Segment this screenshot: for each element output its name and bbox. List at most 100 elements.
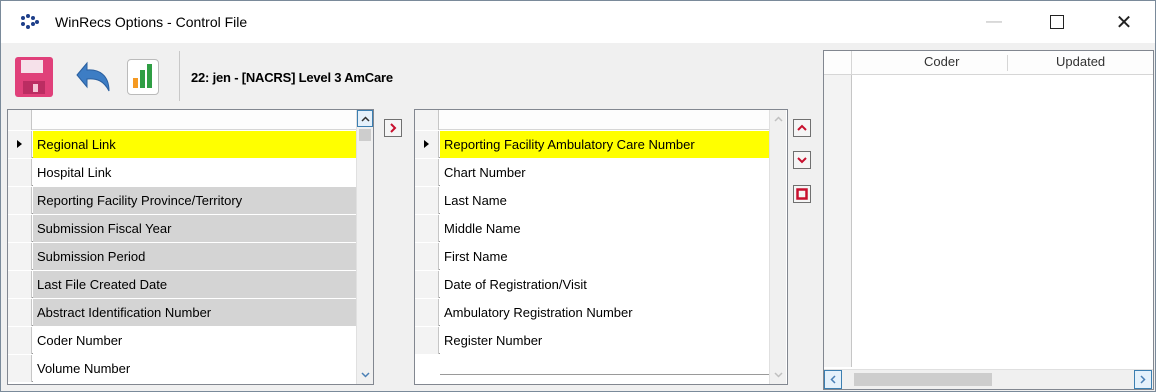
field-label: Date of Registration/Visit [440, 271, 769, 298]
field-row[interactable]: Date of Registration/Visit [415, 271, 769, 298]
field-row[interactable]: Regional Link [8, 131, 356, 158]
chevron-right-icon [390, 123, 397, 133]
available-fields-grid[interactable]: Regional Link Hospital Link Reporting Faci… [7, 109, 374, 385]
toolbar-separator [179, 51, 180, 101]
scroll-down-button[interactable] [357, 366, 373, 383]
row-header[interactable] [8, 187, 32, 214]
stop-square-icon [796, 188, 808, 200]
maximize-icon [1050, 15, 1064, 29]
move-up-button[interactable] [793, 119, 811, 137]
current-row-indicator[interactable] [8, 131, 32, 158]
scroll-thumb[interactable] [359, 129, 371, 141]
record-label: 22: jen - [NACRS] Level 3 AmCare [191, 70, 393, 85]
field-label: Abstract Identification Number [33, 299, 356, 326]
scroll-down-button[interactable] [770, 366, 786, 383]
scroll-up-button[interactable] [357, 110, 373, 127]
field-label: First Name [440, 243, 769, 270]
field-row[interactable]: Volume Number [8, 355, 356, 382]
row-header[interactable] [415, 327, 439, 354]
field-row[interactable]: Reporting Facility Province/Territory [8, 187, 356, 214]
available-fields-scrollbar[interactable] [356, 110, 373, 384]
scroll-left-button[interactable] [824, 370, 842, 389]
field-row[interactable]: First Name [415, 243, 769, 270]
chevron-down-icon [773, 371, 783, 378]
chevron-up-icon [797, 124, 807, 131]
field-row[interactable]: Last File Created Date [8, 271, 356, 298]
row-header[interactable] [8, 243, 32, 270]
field-label: Regional Link [33, 131, 356, 158]
close-button[interactable]: ✕ [1101, 1, 1147, 43]
field-label: Submission Period [33, 243, 356, 270]
remove-field-button[interactable] [793, 185, 811, 203]
history-grid[interactable]: Coder Updated [823, 50, 1154, 390]
field-label: Last File Created Date [33, 271, 356, 298]
save-button[interactable] [15, 57, 53, 97]
field-row[interactable]: Chart Number [415, 159, 769, 186]
row-header[interactable] [415, 187, 439, 214]
field-label: Coder Number [33, 327, 356, 354]
selected-fields-header [415, 110, 769, 130]
chevron-down-icon [797, 157, 807, 164]
chevron-right-icon [1140, 375, 1146, 384]
history-grid-header: Coder Updated [824, 51, 1153, 75]
field-label: Register Number [440, 327, 769, 354]
history-row-header [824, 75, 852, 367]
field-label: Reporting Facility Province/Territory [33, 187, 356, 214]
field-row[interactable]: Hospital Link [8, 159, 356, 186]
row-header[interactable] [415, 299, 439, 326]
current-row-indicator[interactable] [415, 131, 439, 158]
chevron-up-icon [360, 115, 370, 122]
field-row[interactable]: Abstract Identification Number [8, 299, 356, 326]
field-label: Submission Fiscal Year [33, 215, 356, 242]
selected-fields-grid[interactable]: Reporting Facility Ambulatory Care Numbe… [414, 109, 788, 385]
close-icon: ✕ [1115, 11, 1133, 34]
field-label: Reporting Facility Ambulatory Care Numbe… [440, 131, 769, 158]
minimize-button[interactable]: — [971, 1, 1017, 43]
row-header[interactable] [415, 271, 439, 298]
row-header[interactable] [8, 355, 32, 382]
field-row[interactable]: Submission Period [8, 243, 356, 270]
minimize-icon: — [986, 13, 1002, 30]
field-label: Volume Number [33, 355, 356, 382]
row-header[interactable] [415, 159, 439, 186]
available-fields-header [8, 110, 356, 130]
history-horizontal-scrollbar[interactable] [824, 369, 1153, 389]
chevron-up-icon [773, 115, 783, 122]
field-row[interactable]: Submission Fiscal Year [8, 215, 356, 242]
horizontal-scroll-thumb[interactable] [854, 373, 992, 386]
winrecs-app-icon [21, 14, 41, 30]
title-bar[interactable]: WinRecs Options - Control File — ✕ [1, 1, 1155, 43]
row-header[interactable] [415, 243, 439, 270]
field-label: Hospital Link [33, 159, 356, 186]
field-row[interactable]: Ambulatory Registration Number [415, 299, 769, 326]
column-header-updated[interactable]: Updated [1056, 54, 1105, 69]
row-header[interactable] [8, 215, 32, 242]
row-header[interactable] [415, 215, 439, 242]
column-header-coder[interactable]: Coder [924, 54, 959, 69]
field-row[interactable]: Register Number [415, 327, 769, 354]
selected-fields-scrollbar[interactable] [769, 110, 786, 384]
add-field-button[interactable] [384, 119, 402, 137]
field-row[interactable]: Last Name [415, 187, 769, 214]
undo-icon [76, 61, 110, 92]
field-row[interactable]: Reporting Facility Ambulatory Care Numbe… [415, 131, 769, 158]
window-title: WinRecs Options - Control File [55, 14, 248, 30]
field-label: Chart Number [440, 159, 769, 186]
maximize-button[interactable] [1034, 1, 1080, 43]
row-header[interactable] [8, 327, 32, 354]
row-header[interactable] [8, 299, 32, 326]
undo-button[interactable] [71, 57, 111, 97]
row-header[interactable] [8, 159, 32, 186]
field-row[interactable]: Middle Name [415, 215, 769, 242]
scroll-right-button[interactable] [1134, 370, 1152, 389]
chevron-left-icon [830, 375, 836, 384]
scroll-up-button[interactable] [770, 110, 786, 127]
chart-button[interactable] [127, 59, 159, 95]
field-label: Ambulatory Registration Number [440, 299, 769, 326]
move-down-button[interactable] [793, 151, 811, 169]
field-row[interactable]: Coder Number [8, 327, 356, 354]
field-label: Last Name [440, 187, 769, 214]
options-window: WinRecs Options - Control File — ✕ 22: j… [0, 0, 1156, 392]
row-header[interactable] [8, 271, 32, 298]
field-label: Middle Name [440, 215, 769, 242]
